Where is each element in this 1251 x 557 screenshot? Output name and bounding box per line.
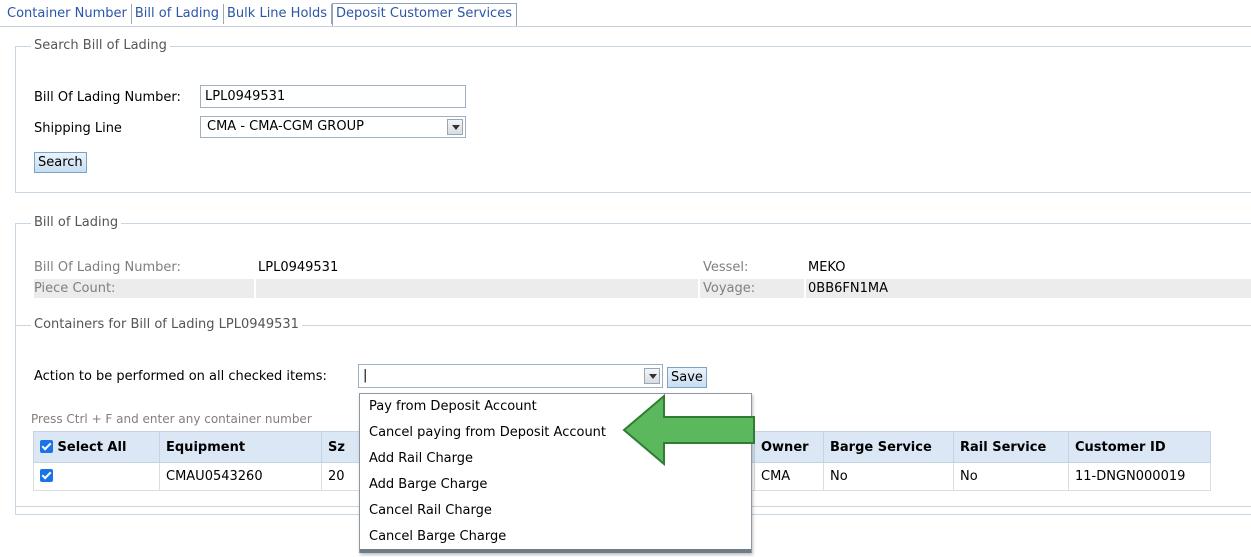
search-button[interactable]: Search	[34, 152, 87, 173]
row-checkbox[interactable]	[40, 469, 53, 482]
action-label: Action to be performed on all checked it…	[34, 369, 327, 384]
option-pay-from-deposit[interactable]: Pay from Deposit Account	[369, 399, 537, 414]
containers-legend: Containers for Bill of Lading LPL0949531	[31, 317, 302, 332]
voyage-value: 0BB6FN1MA	[808, 281, 888, 296]
select-all-checkbox[interactable]	[40, 439, 53, 453]
bol-number-detail-value: LPL0949531	[258, 260, 339, 275]
bol-number-label: Bill Of Lading Number:	[34, 90, 181, 105]
tab-bar: Container Number Bill of Lading Bulk Lin…	[4, 3, 517, 26]
shipping-line-label: Shipping Line	[34, 121, 122, 136]
chevron-down-icon[interactable]	[644, 368, 660, 384]
owner-header[interactable]: Owner	[754, 431, 824, 463]
vessel-label: Vessel:	[703, 260, 749, 275]
row-select-cell[interactable]	[33, 462, 160, 491]
option-add-rail-charge[interactable]: Add Rail Charge	[369, 451, 473, 466]
search-legend: Search Bill of Lading	[31, 38, 170, 53]
tab-deposit-customer-services[interactable]: Deposit Customer Services	[332, 3, 517, 26]
ctrl-f-hint: Press Ctrl + F and enter any container n…	[31, 412, 312, 426]
tab-bill-of-lading[interactable]: Bill of Lading	[132, 4, 225, 24]
rail-service-cell: No	[953, 462, 1069, 491]
barge-service-cell: No	[823, 462, 954, 491]
tab-container-number[interactable]: Container Number	[4, 4, 132, 24]
chevron-down-icon[interactable]	[447, 119, 463, 135]
bol-number-detail-label: Bill Of Lading Number:	[34, 260, 181, 275]
rail-service-header[interactable]: Rail Service	[953, 431, 1069, 463]
voyage-label: Voyage:	[703, 281, 756, 296]
tab-bulk-line-holds[interactable]: Bulk Line Holds	[224, 4, 333, 24]
bol-legend: Bill of Lading	[31, 215, 122, 230]
barge-service-header[interactable]: Barge Service	[823, 431, 954, 463]
option-cancel-barge-charge[interactable]: Cancel Barge Charge	[369, 529, 506, 544]
option-cancel-rail-charge[interactable]: Cancel Rail Charge	[369, 503, 492, 518]
select-all-label: Select All	[57, 439, 127, 455]
customer-id-header[interactable]: Customer ID	[1068, 431, 1211, 463]
tab-divider	[0, 26, 1251, 27]
piece-count-value-shade	[256, 279, 698, 298]
option-cancel-paying-from-deposit[interactable]: Cancel paying from Deposit Account	[369, 425, 606, 440]
vessel-value: MEKO	[808, 260, 846, 275]
option-add-barge-charge[interactable]: Add Barge Charge	[369, 477, 487, 492]
save-button[interactable]: Save	[667, 367, 707, 388]
action-select[interactable]: |	[358, 364, 663, 388]
equipment-header[interactable]: Equipment	[159, 431, 322, 463]
owner-cell: CMA	[754, 462, 824, 491]
customer-id-cell: 11-DNGN000019	[1068, 462, 1211, 491]
shipping-line-value: CMA - CMA-CGM GROUP	[207, 119, 364, 134]
piece-count-label: Piece Count:	[34, 281, 116, 296]
green-arrow-icon	[622, 393, 755, 467]
equipment-cell: CMAU0543260	[159, 462, 322, 491]
bol-number-input[interactable]: LPL0949531	[200, 85, 466, 108]
shipping-line-select[interactable]: CMA - CMA-CGM GROUP	[200, 116, 466, 138]
action-select-value: |	[363, 368, 368, 383]
select-all-header[interactable]: Select All	[33, 431, 160, 463]
